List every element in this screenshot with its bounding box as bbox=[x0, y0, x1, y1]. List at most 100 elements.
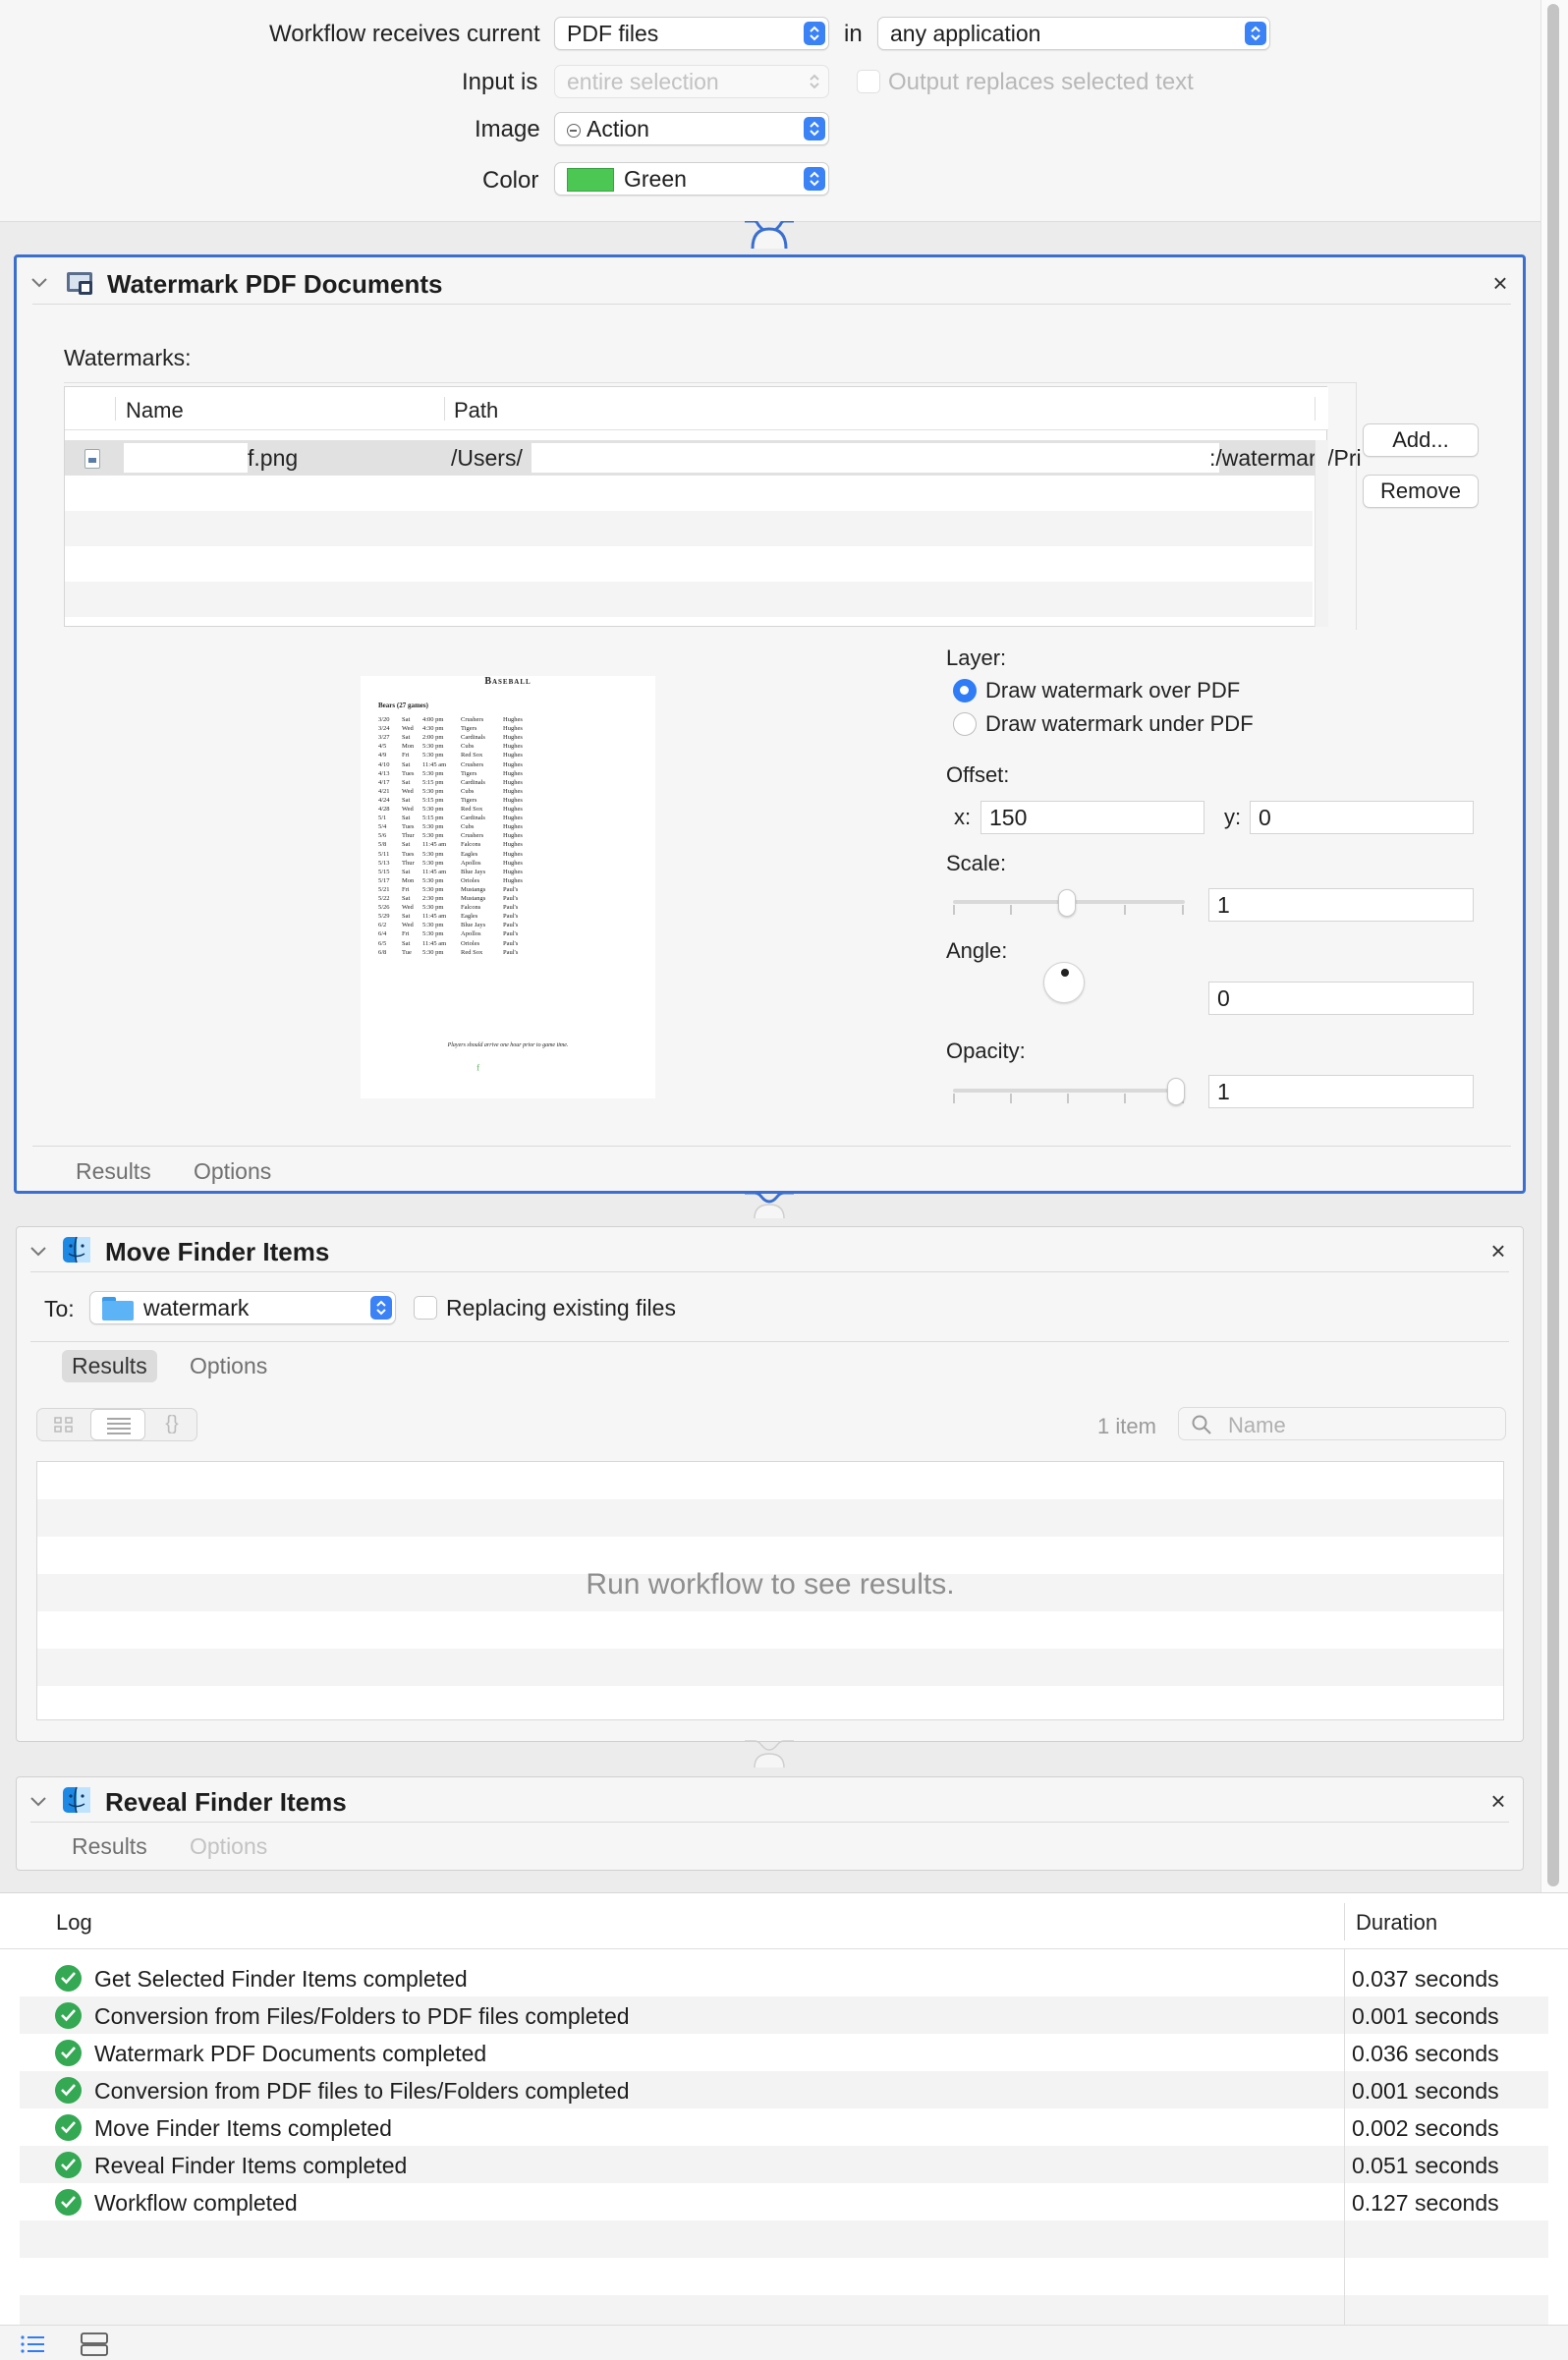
receives-label: Workflow receives current bbox=[269, 21, 540, 47]
preview-game-cell: Hughes bbox=[503, 806, 523, 813]
split-view-icon[interactable] bbox=[81, 2332, 108, 2356]
replacing-checkbox[interactable] bbox=[414, 1296, 437, 1320]
layer-over-radio[interactable] bbox=[953, 679, 977, 702]
results-tab[interactable]: Results bbox=[62, 1350, 157, 1382]
preview-game-row: 4/9 Fri 5:30 pm Red Sox Hughes bbox=[361, 752, 655, 760]
table-row[interactable]: f.png /Users/ :/watermark/Pri bbox=[65, 440, 1362, 476]
options-tab[interactable]: Options bbox=[180, 1830, 277, 1863]
preview-game-cell: Tues bbox=[402, 769, 415, 777]
log-column-header[interactable]: Log bbox=[56, 1910, 92, 1936]
opacity-slider[interactable] bbox=[953, 1078, 1185, 1105]
log-row[interactable]: Move Finder Items completed 0.002 seconds bbox=[20, 2108, 1548, 2146]
close-icon[interactable]: × bbox=[1486, 1788, 1510, 1814]
watermarks-table[interactable]: Name Path f.png /Users/ :/watermark/Pri bbox=[64, 386, 1362, 627]
preview-game-cell: 5:30 pm bbox=[422, 850, 444, 858]
add-button[interactable]: Add... bbox=[1363, 423, 1479, 457]
list-view-icon[interactable] bbox=[90, 1409, 145, 1440]
scale-slider[interactable] bbox=[953, 889, 1185, 917]
results-tab[interactable]: Results bbox=[62, 1830, 157, 1863]
preview-game-cell: Sat bbox=[402, 716, 411, 723]
scale-slider-knob[interactable] bbox=[1058, 889, 1076, 917]
move-finder-items-panel[interactable]: Move Finder Items × To: watermark Replac… bbox=[16, 1226, 1524, 1742]
preview-game-cell: 5:30 pm bbox=[422, 832, 444, 840]
preview-game-cell: Wed bbox=[402, 806, 414, 813]
preview-game-cell: Fri bbox=[402, 752, 410, 759]
preview-game-row: 6/4 Fri 5:30 pm Apollos Paul's bbox=[361, 930, 655, 939]
close-icon[interactable]: × bbox=[1486, 1238, 1510, 1264]
preview-game-cell: 5/8 bbox=[378, 841, 387, 849]
preview-game-cell: Tigers bbox=[461, 769, 477, 777]
results-tab[interactable]: Results bbox=[66, 1155, 161, 1188]
preview-game-cell: Apollos bbox=[461, 930, 481, 938]
receives-popup[interactable]: PDF files bbox=[554, 17, 829, 50]
opacity-field[interactable]: 1 bbox=[1208, 1075, 1474, 1108]
preview-game-cell: Mon bbox=[402, 743, 415, 751]
opacity-slider-knob[interactable] bbox=[1167, 1078, 1185, 1105]
popup-arrows-icon bbox=[804, 70, 825, 93]
preview-game-cell: Paul's bbox=[503, 885, 519, 893]
log-row[interactable]: Reveal Finder Items completed 0.051 secon… bbox=[20, 2146, 1548, 2183]
preview-game-cell: 5:30 pm bbox=[422, 885, 444, 893]
log-row[interactable]: Conversion from Files/Folders to PDF fil… bbox=[20, 1996, 1548, 2034]
preview-game-cell: 4/10 bbox=[378, 760, 390, 768]
collapse-chevron-icon[interactable] bbox=[29, 1246, 47, 1258]
preview-game-cell: 5:30 pm bbox=[422, 787, 444, 795]
column-header-name[interactable]: Name bbox=[126, 398, 184, 423]
scrollbar-thumb[interactable] bbox=[1547, 4, 1559, 1886]
log-row[interactable]: Get Selected Finder Items completed 0.037… bbox=[20, 1959, 1548, 1996]
angle-dial[interactable] bbox=[1043, 962, 1085, 1003]
color-popup[interactable]: Green bbox=[554, 162, 829, 196]
offset-x-field[interactable]: 150 bbox=[980, 801, 1204, 834]
options-tab[interactable]: Options bbox=[184, 1155, 281, 1188]
checkmark-icon bbox=[55, 2189, 82, 2216]
preview-game-cell: Hughes bbox=[503, 752, 523, 759]
log-row[interactable]: Conversion from PDF files to Files/Folde… bbox=[20, 2071, 1548, 2108]
search-field[interactable]: Name bbox=[1178, 1407, 1506, 1440]
duration-column-header[interactable]: Duration bbox=[1356, 1910, 1437, 1936]
preview-game-cell: 11:45 am bbox=[422, 913, 447, 921]
scale-label: Scale: bbox=[946, 851, 1007, 875]
scale-field[interactable]: 1 bbox=[1208, 888, 1474, 922]
offset-y-field[interactable]: 0 bbox=[1250, 801, 1474, 834]
color-label: Color bbox=[482, 167, 539, 194]
layer-under-radio[interactable] bbox=[953, 712, 977, 736]
offset-label: Offset: bbox=[946, 762, 1010, 787]
output-replaces-checkbox[interactable] bbox=[857, 70, 880, 93]
watermark-action-panel[interactable]: Watermark PDF Documents × Watermarks: Na… bbox=[14, 254, 1526, 1194]
search-placeholder: Name bbox=[1228, 1413, 1286, 1437]
results-list[interactable]: Run workflow to see results. bbox=[36, 1461, 1504, 1720]
image-popup[interactable]: Action bbox=[554, 112, 829, 145]
log-row[interactable]: Workflow completed 0.127 seconds bbox=[20, 2183, 1548, 2220]
angle-field[interactable]: 0 bbox=[1208, 982, 1474, 1015]
options-tab[interactable]: Options bbox=[180, 1350, 277, 1382]
preview-game-cell: 4/17 bbox=[378, 778, 390, 786]
application-popup[interactable]: any application bbox=[877, 17, 1270, 50]
preview-game-cell: 5/11 bbox=[378, 850, 390, 858]
remove-button[interactable]: Remove bbox=[1363, 475, 1479, 508]
empty-results-message: Run workflow to see results. bbox=[586, 1568, 955, 1601]
layer-over-label: Draw watermark over PDF bbox=[985, 678, 1241, 702]
preview-game-cell: 4/9 bbox=[378, 752, 387, 759]
preview-game-cell: Cubs bbox=[461, 743, 475, 751]
preview-game-cell: Hughes bbox=[503, 832, 523, 840]
preview-game-cell: Mustangs bbox=[461, 885, 486, 893]
view-mode-control[interactable]: {} bbox=[36, 1408, 197, 1441]
close-icon[interactable]: × bbox=[1488, 270, 1512, 296]
reveal-finder-items-panel[interactable]: Reveal Finder Items × Results Options bbox=[16, 1776, 1524, 1871]
preview-game-cell: Cubs bbox=[461, 787, 475, 795]
input-popup[interactable]: entire selection bbox=[554, 65, 829, 98]
table-scrollbar[interactable] bbox=[1315, 440, 1328, 627]
collapse-chevron-icon[interactable] bbox=[30, 277, 48, 289]
destination-popup[interactable]: watermark bbox=[89, 1291, 396, 1324]
code-view-icon[interactable]: {} bbox=[145, 1409, 198, 1440]
log-duration: 0.036 seconds bbox=[1352, 2041, 1499, 2066]
collapse-chevron-icon[interactable] bbox=[29, 1796, 47, 1808]
action-connector bbox=[745, 1191, 794, 1218]
scrollbar[interactable] bbox=[1540, 0, 1568, 1892]
preview-game-row: 4/10 Sat 11:45 am Crushers Hughes bbox=[361, 761, 655, 770]
opacity-label: Opacity: bbox=[946, 1039, 1026, 1063]
list-view-icon[interactable] bbox=[20, 2333, 45, 2355]
column-header-path[interactable]: Path bbox=[454, 398, 498, 423]
icon-view-icon[interactable] bbox=[37, 1409, 90, 1440]
log-row[interactable]: Watermark PDF Documents completed 0.036 s… bbox=[20, 2034, 1548, 2071]
